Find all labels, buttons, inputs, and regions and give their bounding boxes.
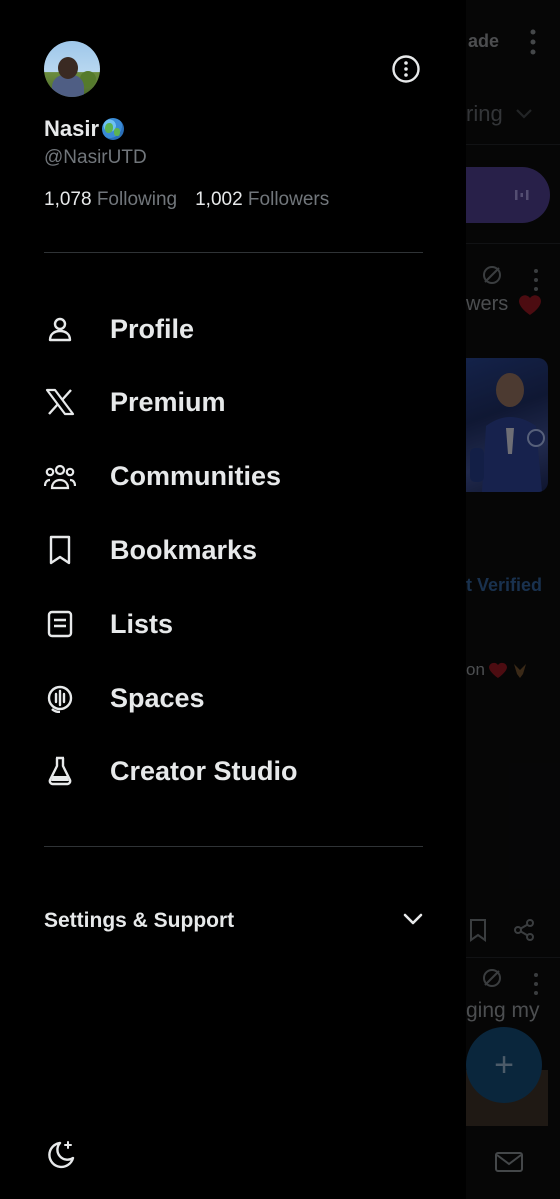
followers-label: Followers (247, 189, 330, 210)
side-drawer: Nasir @NasirUTD 1,078 Following 1,002 Fo… (0, 0, 466, 1199)
chevron-down-icon (402, 908, 424, 935)
display-name-text: Nasir (44, 116, 100, 141)
menu-item-label: Lists (110, 608, 174, 639)
follow-stats: 1,078 Following 1,002 Followers (44, 189, 329, 211)
flask-icon (44, 755, 76, 787)
account-options-button[interactable] (390, 53, 422, 85)
following-link[interactable]: 1,078 Following (44, 189, 177, 211)
menu-item-label: Communities (110, 460, 282, 491)
following-label: Following (96, 189, 178, 210)
menu-item-label: Bookmarks (110, 534, 258, 565)
settings-support-toggle[interactable]: Settings & Support (44, 903, 424, 939)
followers-link[interactable]: 1,002 Followers (195, 189, 329, 211)
x-logo-icon (44, 386, 76, 418)
menu-item-label: Premium (110, 386, 226, 417)
bookmark-icon (44, 534, 76, 566)
menu-item-premium[interactable]: Premium (44, 377, 424, 427)
menu-item-bookmarks[interactable]: Bookmarks (44, 525, 424, 575)
menu-item-lists[interactable]: Lists (44, 599, 424, 649)
spaces-icon (44, 682, 76, 714)
list-icon (44, 608, 76, 640)
moon-sparkle-icon (48, 1141, 75, 1169)
profile-handle[interactable]: @NasirUTD (44, 147, 147, 169)
divider (44, 252, 423, 253)
person-icon (44, 313, 76, 345)
followers-count: 1,002 (195, 189, 243, 210)
menu-item-communities[interactable]: Communities (44, 451, 424, 501)
menu-item-label: Spaces (110, 682, 205, 713)
menu-item-profile[interactable]: Profile (44, 304, 424, 354)
divider (44, 846, 423, 847)
display-theme-button[interactable] (44, 1138, 78, 1172)
menu-item-label: Creator Studio (110, 755, 298, 786)
globe-icon (102, 118, 125, 140)
following-count: 1,078 (44, 189, 92, 210)
settings-support-label: Settings & Support (44, 909, 235, 932)
menu-item-spaces[interactable]: Spaces (44, 673, 424, 723)
menu-item-label: Profile (110, 313, 195, 344)
more-options-icon (392, 55, 420, 83)
communities-icon (44, 460, 76, 492)
menu-item-creator-studio[interactable]: Creator Studio (44, 746, 424, 796)
profile-name[interactable]: Nasir (44, 116, 125, 142)
avatar[interactable] (44, 41, 100, 97)
